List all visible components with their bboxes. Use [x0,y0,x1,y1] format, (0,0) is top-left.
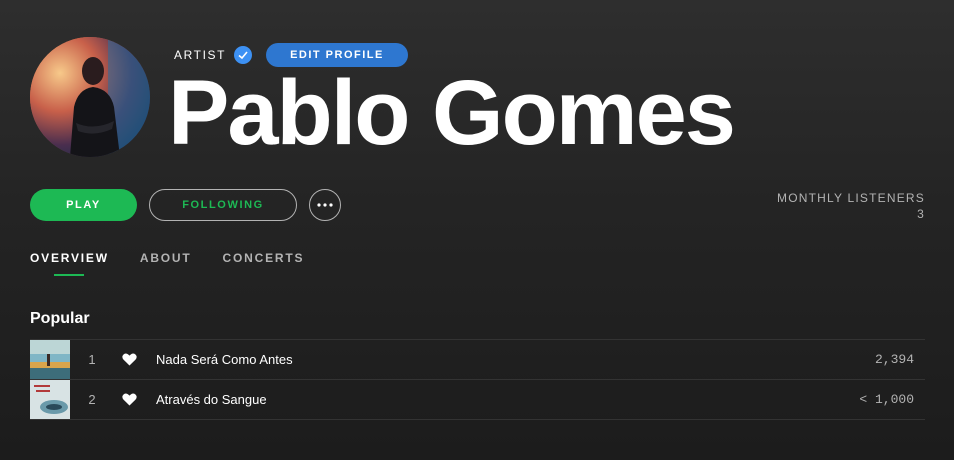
artist-tabs: OVERVIEW ABOUT CONCERTS [30,251,335,277]
tab-about[interactable]: ABOUT [140,251,192,277]
ellipsis-icon [317,203,333,207]
tab-overview-label: OVERVIEW [30,251,109,265]
track-play-count: 2,394 [874,352,914,367]
track-cover-image [30,380,70,419]
monthly-listeners-label: MONTHLY LISTENERS [777,191,925,205]
artist-name-title: Pablo Gomes [168,62,736,164]
artist-header: ARTIST EDIT PROFILE Pablo Gomes [30,36,930,164]
track-title[interactable]: Através do Sangue [156,392,267,407]
track-row[interactable]: 1 Nada Será Como Antes 2,394 [30,340,925,380]
following-button[interactable]: FOLLOWING [149,189,297,221]
popular-section-title: Popular [30,310,90,327]
play-button[interactable]: PLAY [30,189,137,221]
track-row[interactable]: 2 Através do Sangue < 1,000 [30,380,925,420]
monthly-listeners-count: 3 [917,207,925,221]
tab-concerts[interactable]: CONCERTS [223,251,305,277]
tab-about-label: ABOUT [139,251,192,265]
artist-photo [30,37,150,157]
heart-icon[interactable] [122,353,138,367]
tab-concerts-label: CONCERTS [222,251,305,265]
track-cover-image [30,340,70,379]
track-number: 2 [88,392,96,407]
track-play-count: < 1,000 [859,392,914,407]
artist-avatar [30,37,150,157]
more-options-button[interactable] [309,189,341,221]
track-title[interactable]: Nada Será Como Antes [156,352,293,367]
active-tab-indicator [54,274,84,276]
tab-overview[interactable]: OVERVIEW [30,251,109,277]
heart-icon[interactable] [122,393,138,407]
track-number: 1 [88,352,96,367]
monthly-listeners: MONTHLY LISTENERS 3 [777,190,925,222]
action-row: PLAY FOLLOWING [30,189,341,221]
popular-track-list: 1 Nada Será Como Antes 2,394 2 Através d… [30,339,925,420]
